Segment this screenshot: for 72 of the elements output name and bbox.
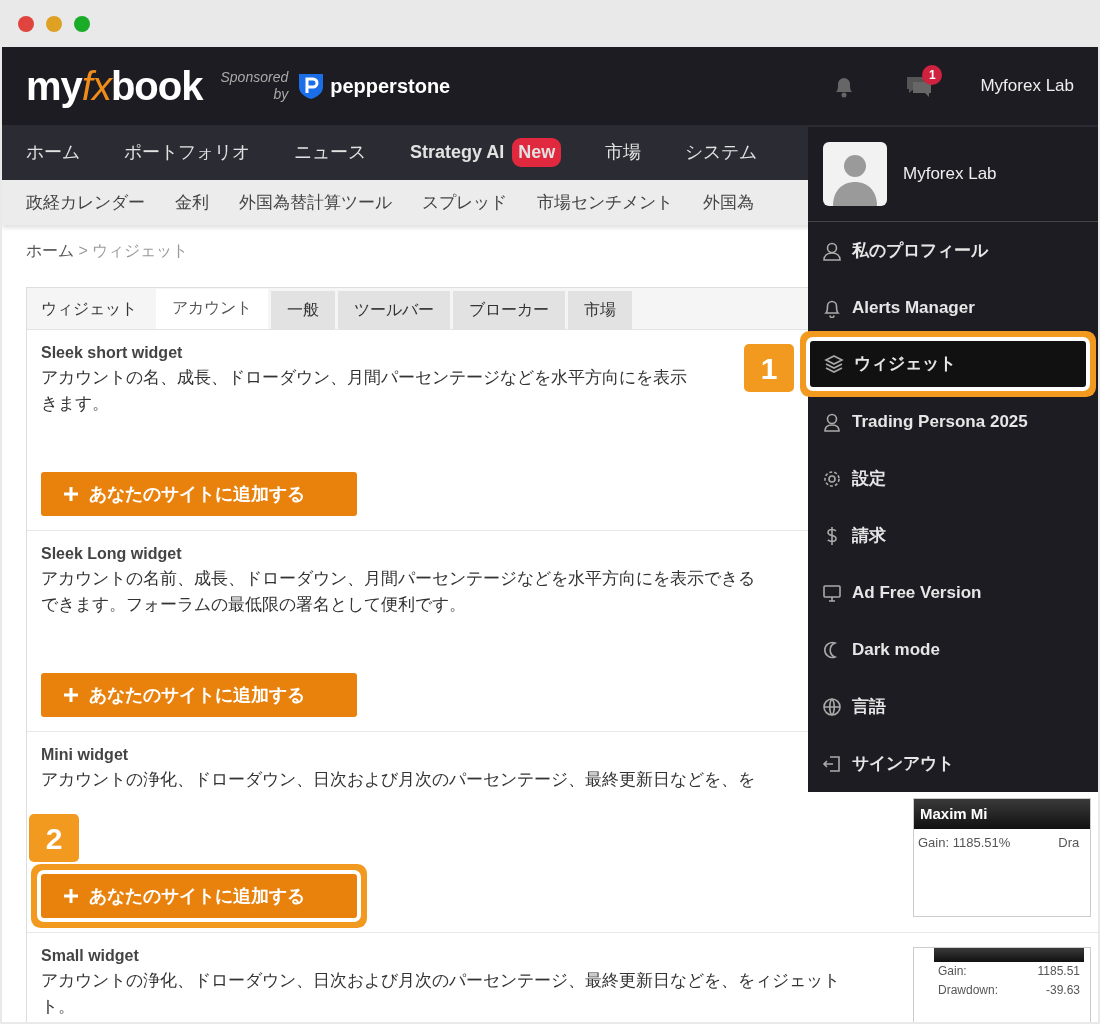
person-icon <box>822 411 842 432</box>
logo[interactable]: myfxbook <box>26 56 203 116</box>
monitor-icon <box>822 582 842 603</box>
person-icon <box>822 240 842 261</box>
widget-description: アカウントの名、成長、ドローダウン、月間パーセンテージなどを水平方向にを表示 <box>41 367 687 389</box>
panel-title: ウィジェット <box>41 299 138 319</box>
user-name[interactable]: Myforex Lab <box>980 73 1074 99</box>
menu-item[interactable]: Trading Persona 2025 <box>808 393 1098 450</box>
sponsored-label: Sponsored <box>220 69 289 86</box>
subnav-link[interactable]: 市場センチメント <box>537 189 673 216</box>
menu-item[interactable]: Dark mode <box>808 621 1098 678</box>
sign-out-icon <box>822 753 842 774</box>
preview-text: 1185.51 <box>1037 963 1080 980</box>
subnav-link[interactable]: 政経カレンダー <box>26 189 145 216</box>
menu-item[interactable]: 設定 <box>808 450 1098 507</box>
tab[interactable]: アカウント <box>156 289 268 329</box>
close-dot[interactable] <box>18 15 34 32</box>
callout-badge: 1 <box>744 344 794 392</box>
nav-link[interactable]: 市場 <box>605 139 642 166</box>
message-count: 1 <box>922 65 943 85</box>
preview-text: Dra <box>1058 834 1080 852</box>
widget-description: できます。フォーラムの最低限の署名として便利です。 <box>41 594 466 616</box>
plus-icon <box>63 687 79 703</box>
breadcrumb-link[interactable]: ホーム <box>26 242 74 259</box>
nav-link[interactable]: Strategy AI <box>410 139 505 166</box>
menu-item[interactable]: サインアウト <box>808 735 1098 792</box>
plus-icon <box>63 888 79 904</box>
preview-text: Gain: <box>938 963 967 980</box>
menu-item[interactable]: Ad Free Version <box>808 564 1098 621</box>
avatar-icon <box>823 142 887 206</box>
widget-title: Sleek Long widget <box>41 544 182 564</box>
widget-title: Sleek short widget <box>41 343 183 363</box>
menu-user-name: Myforex Lab <box>903 163 997 186</box>
nav-link[interactable]: ホーム <box>26 139 80 166</box>
nav-link[interactable]: ポートフォリオ <box>124 139 250 166</box>
menu-item[interactable]: Alerts Manager <box>808 279 1098 336</box>
widget-title: Mini widget <box>41 745 129 765</box>
preview-text: Gain: 1185.51% <box>918 834 1011 852</box>
widget-description: アカウントの浄化、ドローダウン、日次および月次のパーセンテージ、最終更新日などを、を <box>41 769 755 791</box>
subnav-link[interactable]: スプレッド <box>422 189 507 216</box>
settings-icon <box>822 468 842 489</box>
layers-icon <box>824 354 844 374</box>
sponsor-name[interactable]: pepperstone <box>330 71 451 101</box>
zoom-dot[interactable] <box>74 15 90 32</box>
nav-link[interactable]: ニュース <box>294 139 366 166</box>
callout-badge: 2 <box>29 814 79 862</box>
tab[interactable]: 一般 <box>271 291 335 329</box>
widget-description: きます。 <box>41 393 109 415</box>
breadcrumb-current: ウィジェット <box>92 242 189 259</box>
tab[interactable]: 市場 <box>568 291 632 329</box>
menu-item[interactable]: 言語 <box>808 678 1098 735</box>
minimize-dot[interactable] <box>46 15 62 32</box>
tab[interactable]: ブローカー <box>453 291 565 329</box>
preview-title: Maxim Mi <box>914 799 1090 829</box>
preview-text: Drawdown: <box>938 982 999 999</box>
menu-item[interactable]: 請求 <box>808 507 1098 564</box>
breadcrumb-separator: > <box>78 242 88 259</box>
nav-link[interactable]: システム <box>685 139 758 166</box>
preview-text: -39.63 <box>1045 982 1080 999</box>
new-badge: New <box>512 138 562 167</box>
subnav-link[interactable]: 外国為替計算ツール <box>239 189 392 216</box>
widget-description: アカウントの浄化、ドローダウン、日次および月次のパーセンテージ、最終更新日などを、をィジェット <box>41 970 840 992</box>
widget-description: ト。 <box>41 996 75 1018</box>
plus-icon <box>63 486 79 502</box>
widget-description: アカウントの名前、成長、ドローダウン、月間パーセンテージなどを水平方向にを表示できる <box>41 568 755 590</box>
sponsored-by-label: by <box>272 86 289 103</box>
subnav-link[interactable]: 外国為 <box>703 189 754 216</box>
tab[interactable]: ツールバー <box>338 291 450 329</box>
widget-title: Small widget <box>41 946 139 966</box>
subnav-link[interactable]: 金利 <box>175 189 209 216</box>
globe-icon <box>822 696 842 717</box>
menu-item[interactable]: 私のプロフィール <box>808 222 1098 279</box>
